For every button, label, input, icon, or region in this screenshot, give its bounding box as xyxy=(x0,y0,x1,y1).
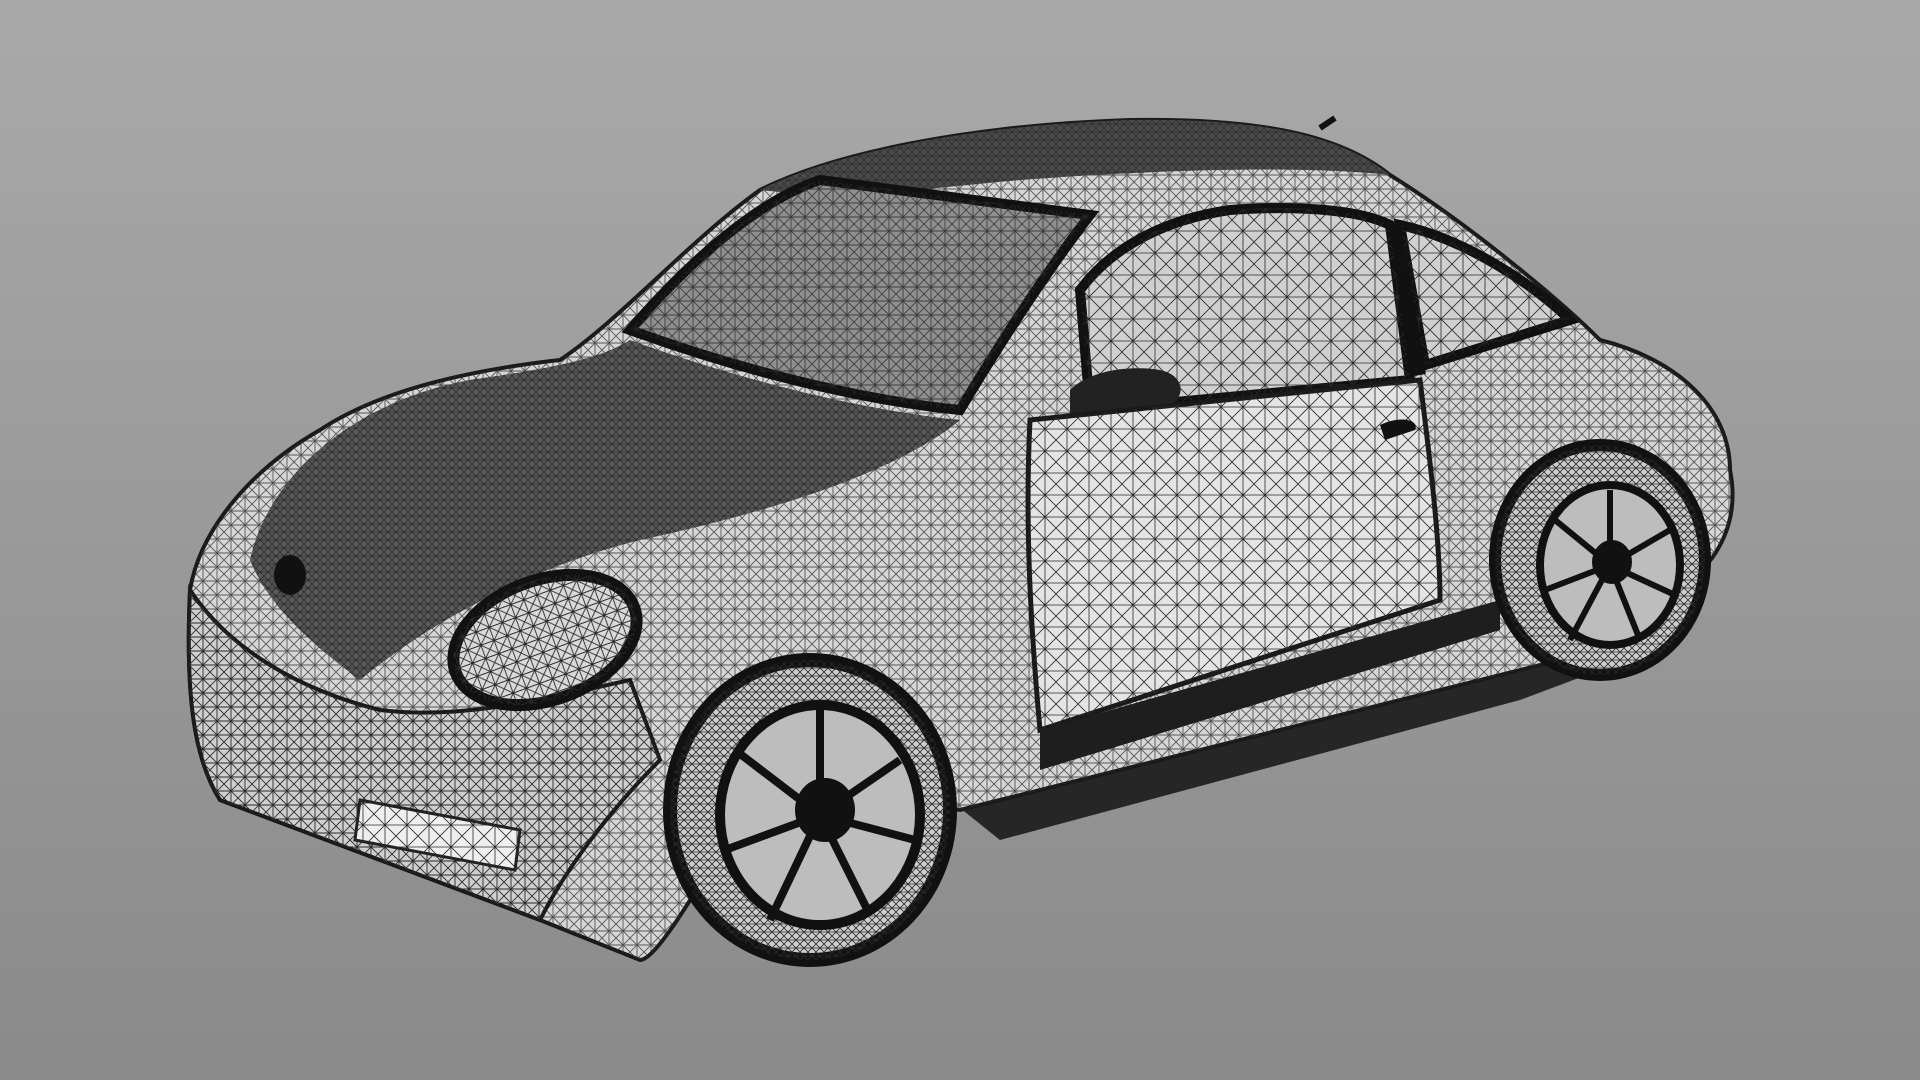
front-wheel[interactable] xyxy=(663,653,957,967)
rear-wheel[interactable] xyxy=(1489,439,1711,681)
front-emblem xyxy=(274,555,306,595)
car-wireframe-model[interactable] xyxy=(0,0,1920,1080)
3d-viewport[interactable] xyxy=(0,0,1920,1080)
roof-antenna xyxy=(1318,115,1337,131)
